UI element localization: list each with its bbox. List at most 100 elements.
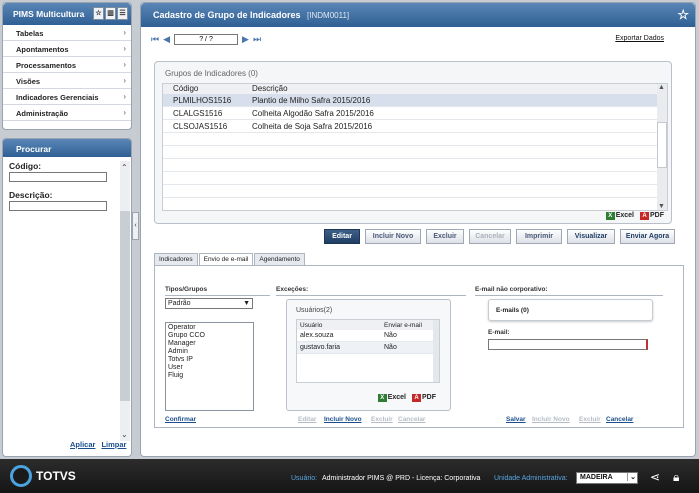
table-row[interactable]: PLMILHOS1516 Plantio de Milho Safra 2015… [163, 94, 667, 107]
scroll-thumb[interactable] [120, 211, 130, 401]
email-cancel-link[interactable]: Cancelar [606, 416, 633, 423]
column-header[interactable]: Usuário [297, 322, 383, 329]
search-title: Procurar [3, 139, 131, 157]
nao-corporativo-title: E-mail não corporativo: [475, 286, 548, 293]
scroll-thumb[interactable] [657, 122, 667, 168]
app-title: PIMS Multicultura [13, 9, 85, 19]
new-button[interactable]: Incluir Novo [365, 229, 421, 244]
scroll-up-icon[interactable]: ⌃ [121, 163, 128, 172]
descricao-label: Descrição: [9, 190, 53, 200]
users-box: Usuários(2) Usuário Enviar e-mail alex.s… [286, 299, 451, 411]
descricao-input[interactable] [9, 201, 107, 211]
list-item[interactable]: User [168, 364, 251, 372]
favorite-icon[interactable]: ☆ [93, 7, 104, 20]
scroll-down-icon[interactable]: ⌄ [121, 430, 128, 439]
lock-icon[interactable]: 🔒︎ [673, 470, 679, 485]
tab-agendamento[interactable]: Agendamento [254, 253, 305, 265]
page-title: Cadastro de Grupo de Indicadores [153, 10, 301, 20]
table-row [163, 172, 667, 185]
table-row[interactable]: CLALGS1516 Colheita Algodão Safra 2015/2… [163, 107, 667, 120]
email-delete-link[interactable]: Excluir [579, 416, 601, 423]
scroll-up-icon[interactable]: ▲ [658, 84, 665, 91]
tipo-select[interactable]: Padrão ▼ [165, 298, 253, 309]
user-cancel-link[interactable]: Cancelar [398, 416, 425, 423]
search-scrollbar[interactable]: ⌃ ⌄ [120, 161, 130, 441]
menu-item-processamentos[interactable]: Processamentos › [3, 57, 131, 73]
select-value: Padrão [168, 300, 191, 307]
dropdown-arrow-icon: ▼ [243, 300, 250, 307]
pager: ⏮ ◀ ▶ ⏭ [151, 33, 261, 45]
sidebar: PIMS Multicultura ☆ ▥ ☰ Tabelas › Apontam… [2, 2, 132, 130]
cell-send: Não [384, 344, 397, 351]
main-panel: Cadastro de Grupo de Indicadores [INDM00… [140, 2, 696, 457]
dropdown-arrow-icon: ⌄ [627, 473, 636, 481]
delete-button[interactable]: Excluir [426, 229, 464, 244]
column-header[interactable]: Descrição [252, 84, 667, 94]
table-row [163, 185, 667, 198]
confirm-link[interactable]: Confirmar [165, 416, 196, 423]
user-new-link[interactable]: Incluir Novo [324, 416, 362, 423]
email-input[interactable] [488, 339, 648, 350]
menu-item-tabelas[interactable]: Tabelas › [3, 25, 131, 41]
cancel-button[interactable]: Cancelar [469, 229, 511, 244]
email-new-link[interactable]: Incluir Novo [532, 416, 570, 423]
grid-scrollbar[interactable]: ▲ ▼ [657, 84, 667, 210]
menu-item-visoes[interactable]: Visões › [3, 73, 131, 89]
tab-envio-email[interactable]: Envio de e-mail [198, 253, 254, 265]
unit-select[interactable]: MADEIRA ⌄ [576, 472, 638, 484]
users-title: Usuários(2) [296, 307, 333, 314]
chart-icon[interactable]: ▥ [105, 7, 116, 20]
indicator-groups-grid: Grupos de Indicadores (0) Código Descriç… [154, 61, 672, 224]
table-row[interactable]: CLSOJAS1516 Colheita de Soja Safra 2015/… [163, 120, 667, 133]
list-item[interactable]: Grupo CCO [168, 332, 251, 340]
unit-value: MADEIRA [580, 474, 613, 481]
list-item[interactable]: Fluig [168, 372, 251, 380]
save-link[interactable]: Salvar [506, 416, 526, 423]
list-item[interactable]: Operator [168, 324, 251, 332]
excel-export[interactable]: X Excel [377, 394, 406, 402]
tab-indicadores[interactable]: Indicadores [154, 253, 198, 265]
collapse-sidebar-button[interactable]: ‹ [132, 212, 139, 240]
user-edit-link[interactable]: Editar [298, 416, 316, 423]
star-icon[interactable]: ☆ [677, 7, 689, 23]
user-delete-link[interactable]: Excluir [371, 416, 393, 423]
pdf-export[interactable]: A PDF [412, 394, 436, 402]
export-data-link[interactable]: Exportar Dados [615, 35, 664, 42]
menu-item-indicadores[interactable]: Indicadores Gerenciais › [3, 89, 131, 105]
first-page-icon[interactable]: ⏮ [151, 34, 159, 45]
scroll-down-icon[interactable]: ▼ [658, 203, 665, 210]
list-item[interactable]: Totvs IP [168, 356, 251, 364]
send-now-button[interactable]: Enviar Agora [620, 229, 675, 244]
codigo-input[interactable] [9, 172, 107, 182]
tab-bar: Indicadores Envio de e-mail Agendamento [154, 253, 305, 265]
grid-header: Código Descrição [163, 84, 667, 94]
pdf-export[interactable]: A PDF [640, 212, 664, 220]
apply-link[interactable]: Aplicar [70, 440, 95, 449]
table-row[interactable]: gustavo.faria Não [297, 342, 439, 354]
view-button[interactable]: Visualizar [567, 229, 615, 244]
column-header[interactable]: Código [163, 84, 252, 94]
menu-item-apontamentos[interactable]: Apontamentos › [3, 41, 131, 57]
prev-page-icon[interactable]: ◀ [163, 34, 170, 45]
table-row[interactable]: alex.souza Não [297, 330, 439, 342]
cell-user: alex.souza [300, 332, 334, 339]
list-item[interactable]: Manager [168, 340, 251, 348]
column-header[interactable]: Enviar e-mail [383, 322, 439, 329]
chevron-right-icon: › [123, 28, 126, 37]
users-scrollbar[interactable] [433, 320, 439, 382]
brand-name: TOTVS [36, 469, 76, 483]
edit-button[interactable]: Editar [324, 229, 360, 244]
list-item[interactable]: Admin [168, 348, 251, 356]
excel-export[interactable]: X Excel [605, 212, 634, 220]
codigo-label: Código: [9, 161, 42, 171]
groups-listbox[interactable]: Operator Grupo CCO Manager Admin Totvs I… [165, 322, 254, 411]
page-input[interactable] [174, 33, 239, 45]
next-page-icon[interactable]: ▶ [242, 34, 249, 45]
menu-item-administracao[interactable]: Administração › [3, 105, 131, 121]
sidebar-header: PIMS Multicultura ☆ ▥ ☰ [3, 3, 131, 25]
print-button[interactable]: Imprimir [516, 229, 562, 244]
share-icon[interactable]: ⋖ [650, 470, 660, 484]
clear-link[interactable]: Limpar [101, 440, 126, 449]
last-page-icon[interactable]: ⏭ [253, 34, 261, 45]
list-icon[interactable]: ☰ [117, 7, 128, 20]
